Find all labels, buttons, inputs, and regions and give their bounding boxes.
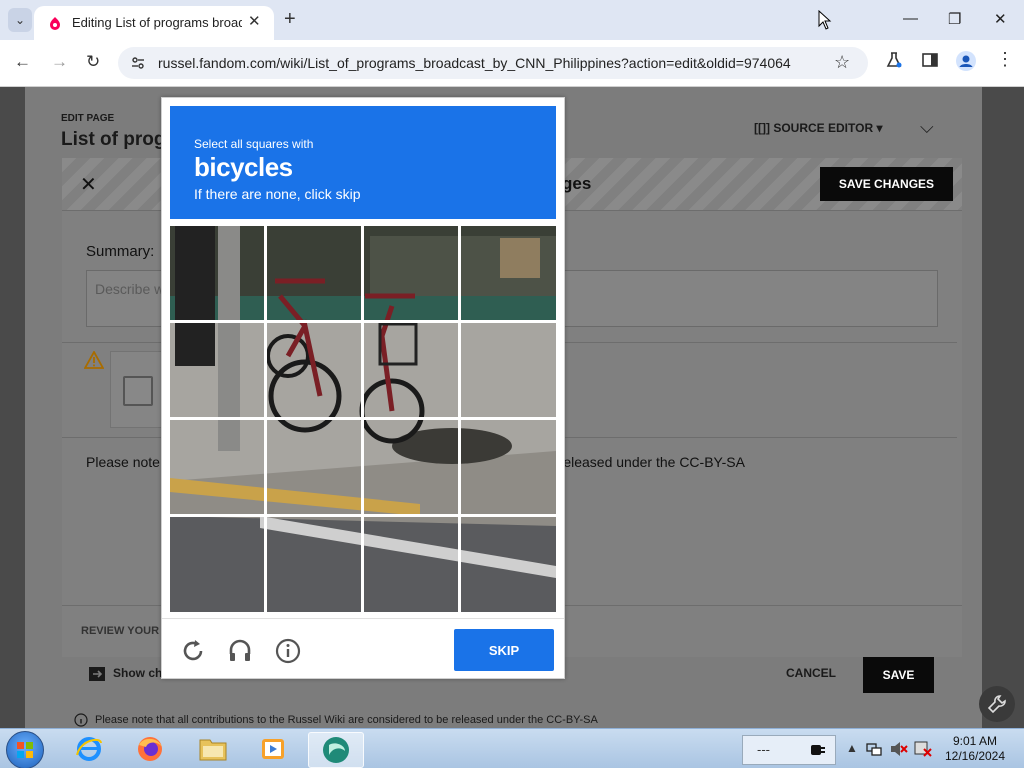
divider <box>162 618 564 619</box>
folder-icon <box>199 739 227 761</box>
grid-tile-r2c1[interactable] <box>170 323 266 419</box>
system-clock[interactable]: 9:01 AM 12/16/2024 <box>940 734 1010 764</box>
bookmark-star-icon[interactable]: ☆ <box>834 52 850 73</box>
show-changes-link[interactable]: Show ch <box>113 666 162 680</box>
browser-app-icon <box>323 737 349 763</box>
browser-toolbar: ← → ↻ russel.fandom.com/wiki/List_of_pro… <box>0 40 1024 87</box>
power-plug-icon <box>811 745 825 755</box>
audio-challenge-icon[interactable] <box>227 638 253 664</box>
clock-time: 9:01 AM <box>952 734 998 748</box>
dialog-close-icon[interactable]: ✕ <box>80 172 97 197</box>
address-bar[interactable]: russel.fandom.com/wiki/List_of_programs_… <box>118 47 868 79</box>
back-button[interactable]: ← <box>14 52 31 72</box>
start-button[interactable] <box>6 731 44 768</box>
url-text: russel.fandom.com/wiki/List_of_programs_… <box>158 55 791 71</box>
close-window-button[interactable]: ✕ <box>994 10 1007 28</box>
skip-button[interactable]: SKIP <box>454 629 554 671</box>
browser-tab-active[interactable]: Editing List of programs broad ✕ <box>34 6 274 40</box>
network-icon[interactable] <box>866 741 882 757</box>
tab-title: Editing List of programs broad <box>72 15 242 30</box>
recaptcha-challenge: Select all squares with bicycles If ther… <box>161 97 565 679</box>
mouse-cursor-icon <box>818 10 832 30</box>
new-tab-button[interactable]: + <box>284 8 296 31</box>
chevron-down-icon: ⌄ <box>14 13 26 27</box>
grid-tile-r4c2[interactable] <box>267 517 363 613</box>
grid-tile-r4c1[interactable] <box>170 517 266 613</box>
info-icon[interactable] <box>275 638 301 664</box>
grid-tile-r2c4[interactable] <box>461 323 557 419</box>
grid-tile-r1c4[interactable] <box>461 226 557 322</box>
grid-tile-r3c1[interactable] <box>170 420 266 516</box>
summary-label: Summary: <box>86 243 155 260</box>
dialog-title: ges <box>562 174 592 193</box>
firefox-icon <box>138 737 162 761</box>
tab-search-button[interactable]: ⌄ <box>8 8 32 32</box>
media-player-icon <box>262 739 284 759</box>
grid-tile-r3c4[interactable] <box>461 420 557 516</box>
profile-avatar-icon[interactable] <box>956 51 976 71</box>
grid-tile-r2c3[interactable] <box>364 323 460 419</box>
challenge-subtext: If there are none, click skip <box>194 186 361 202</box>
maximize-window-button[interactable]: ❐ <box>948 10 961 28</box>
challenge-instruction: Select all squares with <box>194 137 314 151</box>
site-settings-icon[interactable] <box>130 55 146 71</box>
grid-tile-r4c3[interactable] <box>364 517 460 613</box>
taskbar-media-player[interactable] <box>246 732 300 766</box>
browser-tab-strip: ⌄ Editing List of programs broad ✕ + — ❐… <box>0 0 1024 40</box>
tools-wrench-button[interactable] <box>979 686 1015 722</box>
footer-license-note: Please note that all contributions to th… <box>95 714 598 726</box>
source-editor-dropdown[interactable]: [[]] SOURCE EDITOR ▾ <box>754 121 882 135</box>
grid-tile-r3c3[interactable] <box>364 420 460 516</box>
grid-tile-r2c2[interactable] <box>267 323 363 419</box>
save-button[interactable]: SAVE <box>863 657 934 693</box>
fandom-favicon-icon <box>50 17 60 30</box>
license-notice: Please note <box>86 454 160 470</box>
cancel-button[interactable]: CANCEL <box>786 666 836 680</box>
collapse-chevron-icon[interactable]: ⌵ <box>920 117 934 138</box>
challenge-header: Select all squares with bicycles If ther… <box>170 106 556 219</box>
show-hidden-icons-button[interactable]: ▲ <box>846 741 858 755</box>
taskbar-firefox[interactable] <box>123 732 177 766</box>
grid-tile-r4c4[interactable] <box>461 517 557 613</box>
tray-placeholder-text: --- <box>757 742 770 757</box>
labs-flask-icon[interactable] <box>885 51 903 69</box>
info-circle-icon <box>74 713 88 727</box>
side-panel-icon[interactable] <box>921 51 939 69</box>
tab-close-icon[interactable]: ✕ <box>248 12 261 30</box>
grid-tile-r3c2[interactable] <box>267 420 363 516</box>
internet-explorer-icon <box>76 737 102 761</box>
grid-tile-r1c1[interactable] <box>170 226 266 322</box>
challenge-image-grid <box>170 226 556 612</box>
forward-button[interactable]: → <box>51 52 68 72</box>
volume-muted-icon[interactable] <box>890 741 908 757</box>
taskbar-active-app[interactable] <box>308 732 364 768</box>
grid-tile-r1c3[interactable] <box>364 226 460 322</box>
review-section-label: REVIEW YOUR <box>81 625 160 637</box>
minimize-window-button[interactable]: — <box>903 10 918 27</box>
tray-input-box[interactable]: --- <box>742 735 836 765</box>
reload-button[interactable]: ↻ <box>86 52 100 72</box>
challenge-target: bicycles <box>194 152 293 182</box>
action-center-icon[interactable] <box>914 741 932 757</box>
grid-tile-r1c2[interactable] <box>267 226 363 322</box>
edit-page-label: EDIT PAGE <box>61 113 115 124</box>
clock-date: 12/16/2024 <box>944 749 1006 763</box>
summary-placeholder: Describe w <box>95 281 165 297</box>
windows-logo-icon <box>17 742 33 758</box>
taskbar-file-explorer[interactable] <box>186 732 240 766</box>
save-changes-button[interactable]: SAVE CHANGES <box>820 167 953 201</box>
taskbar-internet-explorer[interactable] <box>62 732 116 766</box>
windows-taskbar: --- ▲ 9:01 AM 12/16/2024 <box>0 728 1024 768</box>
wrench-icon <box>987 695 1006 714</box>
license-notice-tail: e released under the CC-BY-SA <box>547 454 745 470</box>
page-title: List of prog <box>61 129 166 150</box>
warning-icon <box>84 351 104 369</box>
show-changes-icon[interactable] <box>88 666 106 682</box>
browser-menu-button[interactable]: ⋮ <box>996 49 1014 70</box>
reload-challenge-icon[interactable] <box>180 638 206 664</box>
recaptcha-checkbox[interactable] <box>123 376 153 406</box>
